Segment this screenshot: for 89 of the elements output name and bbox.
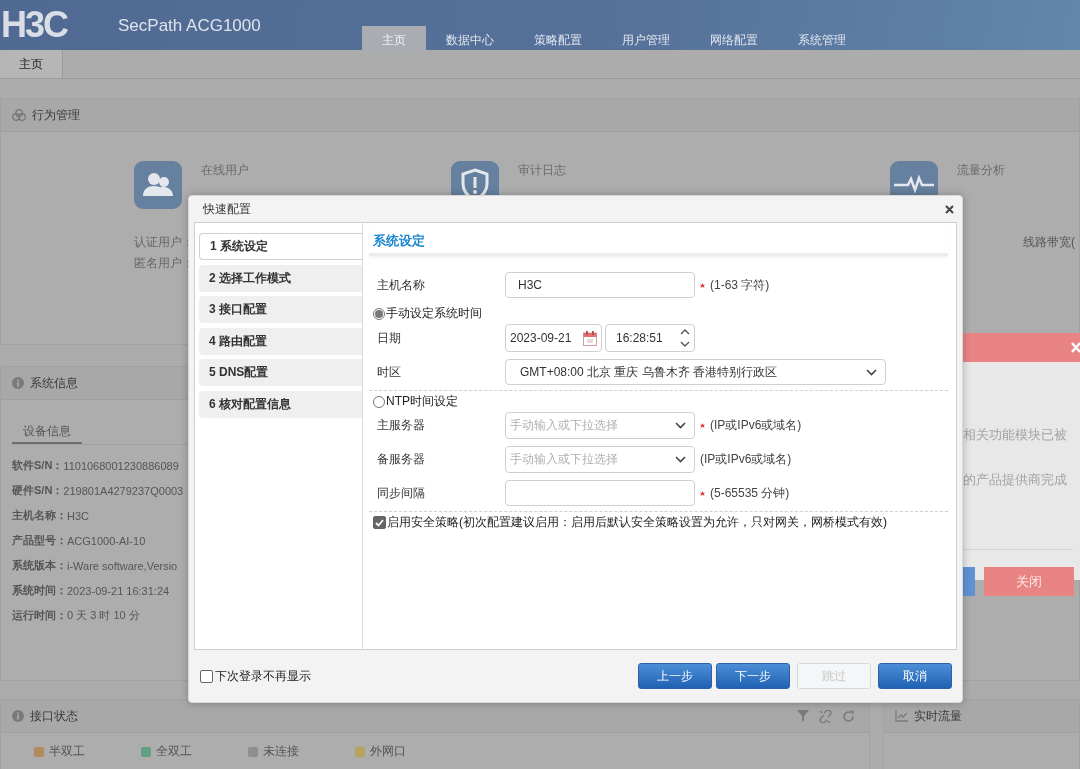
select-value: GMT+08:00 北京 重庆 乌鲁木齐 香港特别行政区: [520, 363, 779, 381]
step-item[interactable]: 5 DNS配置: [199, 359, 362, 386]
circles-icon: [12, 109, 26, 121]
product-name: SecPath ACG1000: [118, 15, 262, 37]
legend-label: 半双工: [49, 743, 85, 760]
chevron-down-icon: [675, 456, 686, 463]
stat-label: 审计日志: [518, 162, 566, 179]
section-title: 系统设定: [369, 223, 948, 256]
info-label: 产品型号：: [12, 533, 67, 548]
radio-button[interactable]: [373, 307, 385, 320]
panel-title: 接口状态: [30, 707, 78, 725]
field-hint: (IP或IPv6或域名): [700, 451, 792, 468]
users-icon: [134, 161, 182, 209]
field-label: 同步间隔: [377, 484, 426, 502]
info-value: H3C: [67, 509, 89, 522]
panel-title: 行为管理: [32, 106, 80, 124]
step-item[interactable]: 6 核对配置信息: [199, 390, 362, 418]
info-value: 2023-09-21 16:31:24: [67, 584, 170, 597]
user-count-label: 认证用户：: [134, 234, 194, 251]
calendar-icon: [583, 330, 597, 346]
nav-tab[interactable]: 策略配置: [514, 26, 602, 52]
line-chart-icon: [895, 710, 908, 722]
date-value: 2023-09-21: [510, 331, 573, 345]
dialog-title: 快速配置: [203, 200, 251, 218]
page-tab[interactable]: 主页: [0, 50, 63, 78]
radio-button[interactable]: [373, 395, 385, 408]
nav-tab[interactable]: 数据中心: [426, 26, 514, 52]
time-value: 16:28:51: [616, 331, 664, 345]
chevron-down-icon: [866, 368, 877, 376]
dialog-button[interactable]: 取消: [878, 663, 952, 689]
step-item[interactable]: 1 系统设定: [199, 233, 362, 260]
text-field[interactable]: H3C: [505, 272, 695, 298]
checkbox[interactable]: [373, 516, 386, 529]
panel-title: 实时流量: [914, 707, 962, 725]
dialog-button[interactable]: 上一步: [638, 663, 712, 689]
info-icon: [12, 710, 24, 722]
field-label: 备服务器: [377, 451, 426, 468]
nav-tab[interactable]: 系统管理: [778, 26, 866, 52]
field-label: 日期: [377, 329, 402, 347]
text-field[interactable]: [505, 480, 695, 506]
chevron-down-icon: [675, 422, 686, 429]
info-tab[interactable]: 设备信息: [12, 423, 82, 444]
field-label: 主服务器: [377, 417, 426, 434]
user-count-label: 匿名用户：: [134, 255, 194, 272]
info-label: 硬件S/N：: [12, 483, 64, 496]
field-hint: (1-63 字符): [710, 276, 770, 294]
checkbox[interactable]: [200, 669, 213, 683]
bandwidth-label: 线路带宽(: [1022, 234, 1076, 251]
stat-label: 流量分析: [957, 162, 1005, 179]
legend-label: 全双工: [156, 743, 192, 760]
info-label: 系统版本：: [12, 558, 67, 573]
info-label: 系统时间：: [12, 583, 67, 598]
field-hint: (IP或IPv6或域名): [710, 417, 802, 434]
info-value: 219801A4279237Q0003: [63, 484, 184, 497]
notice-text: 相关功能模块已被: [963, 426, 1068, 444]
check-icon: [375, 518, 384, 527]
field-label: 时区: [377, 363, 402, 381]
placeholder-text: 手动输入或下拉选择: [510, 417, 619, 434]
legend-label: 未连接: [263, 743, 299, 760]
info-label: 主机名称：: [12, 508, 67, 523]
date-field[interactable]: 2023-09-21: [505, 324, 602, 352]
field-label: 主机名称: [377, 276, 426, 294]
step-item[interactable]: 3 接口配置: [199, 296, 362, 323]
legend-label: 外网口: [370, 743, 406, 760]
spinner-icon[interactable]: [680, 328, 690, 348]
step-item[interactable]: 2 选择工作模式: [199, 264, 362, 292]
dialog-button[interactable]: 下一步: [716, 663, 790, 689]
pulse-icon: [890, 161, 938, 196]
option-label: NTP时间设定: [386, 393, 458, 410]
info-label: 运行时间：: [12, 608, 67, 623]
panel-title: 系统信息: [30, 374, 78, 392]
info-value: ACG1000-AI-10: [67, 534, 146, 547]
close-icon[interactable]: [945, 204, 954, 214]
logo: H3C: [1, 3, 68, 47]
info-value: 1101068001230886089: [63, 459, 179, 472]
info-icon: [12, 377, 24, 389]
step-item[interactable]: 4 路由配置: [199, 327, 362, 355]
radio-option[interactable]: NTP时间设定: [373, 393, 458, 410]
placeholder-text: 手动输入或下拉选择: [510, 451, 619, 468]
info-value: i-Ware software,Versio: [67, 559, 178, 572]
info-label: 软件S/N：: [12, 458, 64, 473]
nav-tab[interactable]: 网络配置: [690, 26, 778, 52]
stat-label: 在线用户: [201, 162, 249, 179]
time-field[interactable]: 16:28:51: [605, 324, 695, 352]
field-hint: (5-65535 分钟): [710, 484, 790, 502]
timezone-select[interactable]: GMT+08:00 北京 重庆 乌鲁木齐 香港特别行政区: [505, 359, 886, 385]
notice-text: 的产品提供商完成: [963, 471, 1068, 489]
info-value: 0 天 3 时 10 分: [67, 608, 140, 623]
nav-tab[interactable]: 用户管理: [602, 26, 690, 52]
